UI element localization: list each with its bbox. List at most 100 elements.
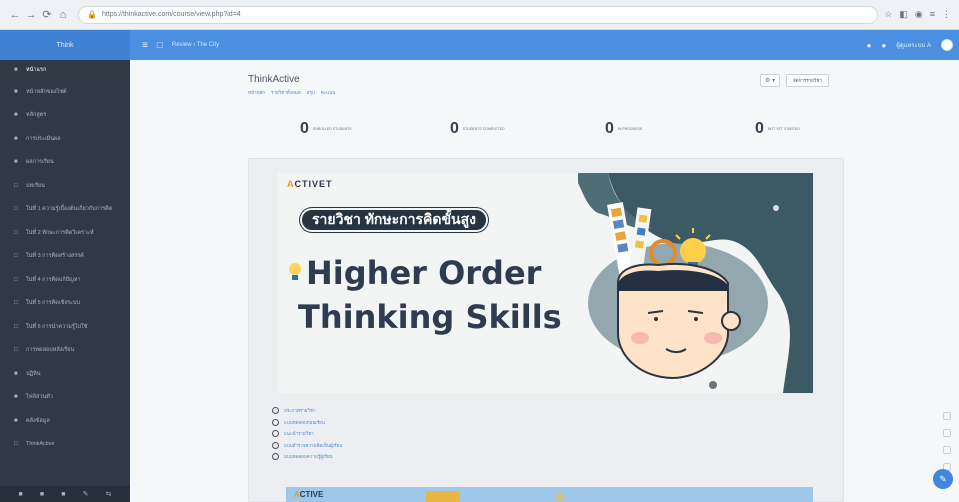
list-item[interactable]: แบบทดสอบก่อนเรียน <box>272 417 342 429</box>
browser-action-icons: ☆ ◧ ◉ ≡ ⋮ <box>884 9 951 20</box>
stat-number: 0 <box>300 120 309 137</box>
edit-icon[interactable]: ✎ <box>83 490 89 498</box>
sidebar-item-label: ใน่ที่ 1 ความรู้เบื้องต้นเกี่ยวกับการคิด <box>26 206 113 213</box>
page-title: ThinkActive <box>248 74 300 85</box>
sidebar-item[interactable]: ■ หลักสูตร <box>0 104 130 128</box>
banner-decoration <box>556 493 564 501</box>
profile-icon[interactable]: ◉ <box>915 9 923 20</box>
sidebar-item[interactable]: □ ใน่ที่ 4 การคิดแก้ปัญหา <box>0 268 130 292</box>
nav-square-icon: ■ <box>14 88 18 95</box>
avatar[interactable] <box>941 39 953 51</box>
subnav-link[interactable]: รายวิชาทั้งหมด <box>271 89 301 96</box>
nav-square-icon: ■ <box>14 112 18 119</box>
sidebar-item[interactable]: □ ThinkActive <box>0 433 130 457</box>
sidebar-item-label: ผลการเรียน <box>26 159 54 166</box>
sidebar-item[interactable]: ■ การประเมินผล <box>0 127 130 151</box>
side-action-icon[interactable] <box>943 429 951 437</box>
nav-folder-icon: □ <box>14 206 18 213</box>
sidebar-item[interactable]: □ ใน่ที่ 3 การคิดสร้างสรรค์ <box>0 245 130 269</box>
footer-icon-1[interactable]: ■ <box>19 491 23 498</box>
nav-square-icon: ■ <box>14 159 18 166</box>
subnav-link[interactable]: หน้าหลัก <box>248 89 265 96</box>
reload-icon[interactable]: ⟳ <box>40 8 54 21</box>
banner-headline: Higher Order Thinking Skills <box>288 251 562 339</box>
footer-icon-3[interactable]: ■ <box>61 491 65 498</box>
nav-folder-icon: □ <box>14 182 18 189</box>
sidebar-item-label: หน้าหลักของไซต์ <box>26 88 67 95</box>
address-bar[interactable]: 🔒 https://thinkactive.com/course/view.ph… <box>78 5 878 24</box>
sidebar-item[interactable]: □ การทดสอบหลังเรียน <box>0 339 130 363</box>
message-icon[interactable]: ● <box>881 41 886 50</box>
list-item[interactable]: แบบสำรวจความคิดเห็นผู้เรียน <box>272 440 342 452</box>
menu-icon[interactable]: ≡ <box>930 9 935 20</box>
forward-icon[interactable]: → <box>24 9 38 21</box>
home-icon[interactable]: ⌂ <box>56 9 70 21</box>
side-action-icon[interactable] <box>943 412 951 420</box>
card-side-icons <box>943 412 953 471</box>
activity-link[interactable]: แนะนำรายวิชา <box>284 430 314 437</box>
sidebar-item[interactable]: □ ใน่ที่ 6 การนำความรู้ไปใช้ <box>0 315 130 339</box>
completion-circle-icon[interactable] <box>272 430 279 438</box>
course-subnav: หน้าหลัก รายวิชาทั้งหมด สรุป คะแนน <box>248 89 335 96</box>
kebab-icon[interactable]: ⋮ <box>942 9 951 20</box>
activity-link[interactable]: ประกาศรายวิชา <box>284 407 316 414</box>
stat-number: 0 <box>450 120 459 137</box>
subnav-link[interactable]: คะแนน <box>321 89 335 96</box>
completion-circle-icon[interactable] <box>272 418 279 426</box>
sidebar-item-label: ใน่ที่ 3 การคิดสร้างสรรค์ <box>26 253 84 260</box>
nav-square-icon: ■ <box>14 417 18 424</box>
list-item[interactable]: ประกาศรายวิชา <box>272 405 342 417</box>
hamburger-icon[interactable]: ≡ <box>142 40 148 51</box>
list-item[interactable]: แบบทดสอบความรู้ผู้เรียน <box>272 451 342 463</box>
course-icon[interactable]: □ <box>157 40 163 51</box>
subnav-link[interactable]: สรุป <box>307 89 315 96</box>
sidebar-nav: ■ หน้าแรก ■ หน้าหลักของไซต์ ■ หลักสูตร ■ การประ… <box>0 60 130 456</box>
section-banner: ACTIVE <box>286 487 813 502</box>
activity-link[interactable]: แบบทดสอบก่อนเรียน <box>284 419 325 426</box>
sidebar-item-label: การประเมินผล <box>26 135 61 142</box>
manage-course-button[interactable]: จัดการรายวิชา <box>786 74 829 87</box>
stat-completed: 0 STUDENTS COMPLETED <box>450 120 505 138</box>
stat-label: NOT YET STARTED <box>767 126 800 131</box>
nav-folder-icon: □ <box>14 441 18 448</box>
url-text: https://thinkactive.com/course/view.php?… <box>101 11 241 18</box>
toggle-icon[interactable]: ⇆ <box>106 490 112 498</box>
sidebar-item[interactable]: ■ คลังข้อมูล <box>0 409 130 433</box>
sidebar-item[interactable]: □ บทเรียน <box>0 174 130 198</box>
sidebar-item-label: ใน่ที่ 5 การคิดเชิงระบบ <box>26 300 80 307</box>
star-icon[interactable]: ☆ <box>884 9 892 20</box>
activity-link[interactable]: แบบสำรวจความคิดเห็นผู้เรียน <box>284 442 342 449</box>
sidebar-item[interactable]: ■ ผลการเรียน <box>0 151 130 175</box>
edit-floating-button[interactable]: ✎ <box>933 469 953 489</box>
sidebar-item-label: หน้าแรก <box>26 67 47 73</box>
breadcrumb[interactable]: Review › The City <box>172 42 219 48</box>
sidebar-item[interactable]: ■ หน้าแรก <box>0 60 130 80</box>
sidebar-item[interactable]: ■ ไฟล์ส่วนตัว <box>0 386 130 410</box>
brand-logo[interactable]: Think <box>0 30 130 60</box>
completion-circle-icon[interactable] <box>272 453 279 461</box>
sidebar-item[interactable]: ■ หน้าหลักของไซต์ <box>0 80 130 104</box>
stat-enrolled: 0 ENROLLED STUDENTS <box>300 120 352 138</box>
header-left: ≡ □ Review › The City <box>130 40 219 51</box>
activity-link[interactable]: แบบทดสอบความรู้ผู้เรียน <box>284 453 333 460</box>
sidebar-footer: ■ ■ ■ ✎ ⇆ <box>0 486 130 502</box>
side-action-icon[interactable] <box>943 446 951 454</box>
extension-icon[interactable]: ◧ <box>899 9 908 20</box>
back-icon[interactable]: ← <box>8 9 22 21</box>
settings-button[interactable]: ⚙ ▾ <box>760 74 780 87</box>
nav-folder-icon: □ <box>14 347 18 354</box>
thinking-head-illustration <box>578 173 813 393</box>
list-item[interactable]: แนะนำรายวิชา <box>272 428 342 440</box>
sidebar-item[interactable]: □ ใน่ที่ 1 ความรู้เบื้องต้นเกี่ยวกับการคิ… <box>0 198 130 222</box>
notification-icon[interactable]: ● <box>867 41 872 50</box>
completion-circle-icon[interactable] <box>272 407 279 415</box>
sidebar-item[interactable]: □ ใน่ที่ 5 การคิดเชิงระบบ <box>0 292 130 316</box>
lock-icon: 🔒 <box>87 10 97 19</box>
user-name[interactable]: ผู้ดูแลระบบ A <box>896 40 931 50</box>
sidebar-item[interactable]: □ ใน่ที่ 2 ทักษะการคิดวิเคราะห์ <box>0 221 130 245</box>
course-actions: ⚙ ▾ จัดการรายวิชา <box>760 74 829 87</box>
sidebar-item[interactable]: ■ ปฏิทิน <box>0 362 130 386</box>
completion-circle-icon[interactable] <box>272 441 279 449</box>
course-banner: ACTIVET รายวิชา ทักษะการคิดขั้นสูง Highe… <box>278 173 813 393</box>
footer-icon-2[interactable]: ■ <box>40 491 44 498</box>
